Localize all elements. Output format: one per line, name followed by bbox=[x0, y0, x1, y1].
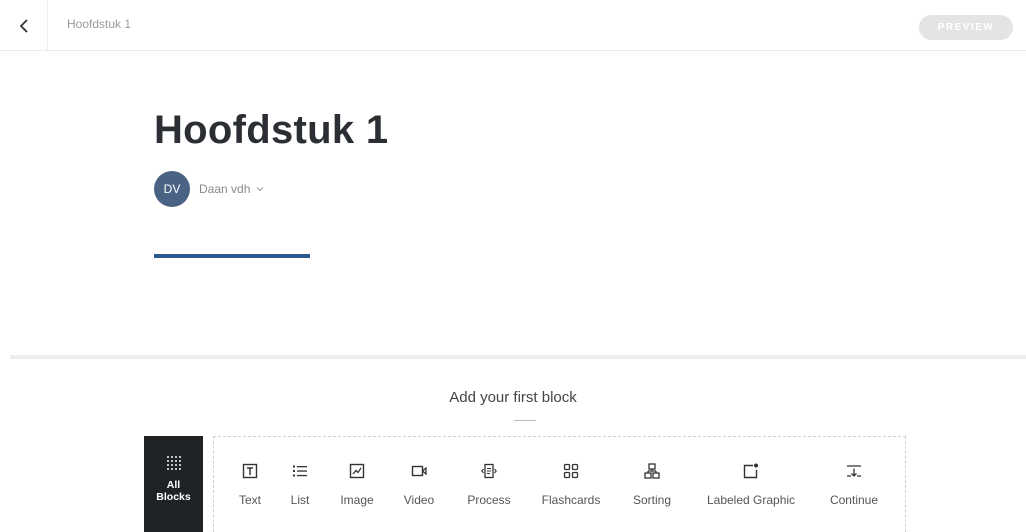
block-label: Flashcards bbox=[541, 493, 601, 507]
process-icon bbox=[481, 463, 497, 479]
all-blocks-label-line1: All bbox=[166, 479, 181, 491]
all-blocks-button[interactable]: All Blocks bbox=[144, 436, 203, 532]
block-flashcards[interactable]: Flashcards bbox=[536, 437, 606, 532]
avatar: DV bbox=[154, 171, 190, 207]
block-label: List bbox=[290, 493, 310, 507]
image-icon bbox=[349, 463, 365, 479]
block-label: Video bbox=[403, 493, 435, 507]
block-process[interactable]: Process bbox=[461, 437, 517, 532]
block-label: Text bbox=[238, 493, 261, 507]
block-text[interactable]: Text bbox=[234, 437, 266, 532]
grid-icon bbox=[166, 456, 181, 470]
page-title[interactable]: Hoofdstuk 1 bbox=[154, 106, 388, 154]
sorting-icon bbox=[644, 463, 660, 479]
chevron-left-icon bbox=[19, 18, 28, 33]
block-palette: Text List Image Video Process Flashcards… bbox=[213, 436, 906, 532]
block-label: Image bbox=[340, 493, 374, 507]
section-divider bbox=[10, 355, 1026, 359]
flashcards-icon bbox=[563, 463, 579, 479]
back-button[interactable] bbox=[0, 0, 48, 51]
block-label: Sorting bbox=[632, 493, 672, 507]
list-icon bbox=[293, 465, 307, 477]
heading-rule bbox=[514, 420, 536, 421]
block-list[interactable]: List bbox=[285, 437, 315, 532]
block-video[interactable]: Video bbox=[398, 437, 440, 532]
labeled-graphic-icon bbox=[743, 463, 758, 479]
chevron-down-icon bbox=[257, 187, 264, 192]
video-icon bbox=[411, 465, 427, 477]
block-labeled-graphic[interactable]: Labeled Graphic bbox=[700, 437, 802, 532]
add-block-heading: Add your first block bbox=[449, 389, 577, 406]
title-accent-rule bbox=[154, 254, 310, 258]
block-label: Continue bbox=[829, 493, 879, 507]
breadcrumb[interactable]: Hoofdstuk 1 bbox=[67, 17, 131, 31]
author-name: Daan vdh bbox=[199, 182, 251, 196]
block-sorting[interactable]: Sorting bbox=[628, 437, 676, 532]
author-selector[interactable]: DV Daan vdh bbox=[154, 171, 264, 207]
block-image[interactable]: Image bbox=[334, 437, 380, 532]
preview-button[interactable]: PREVIEW bbox=[919, 15, 1013, 40]
block-label: Labeled Graphic bbox=[706, 493, 796, 507]
continue-icon bbox=[847, 465, 861, 477]
block-continue[interactable]: Continue bbox=[824, 437, 884, 532]
top-bar: Hoofdstuk 1 PREVIEW bbox=[0, 0, 1026, 51]
text-icon bbox=[242, 463, 258, 479]
block-label: Process bbox=[467, 493, 511, 507]
all-blocks-label-line2: Blocks bbox=[156, 491, 191, 503]
